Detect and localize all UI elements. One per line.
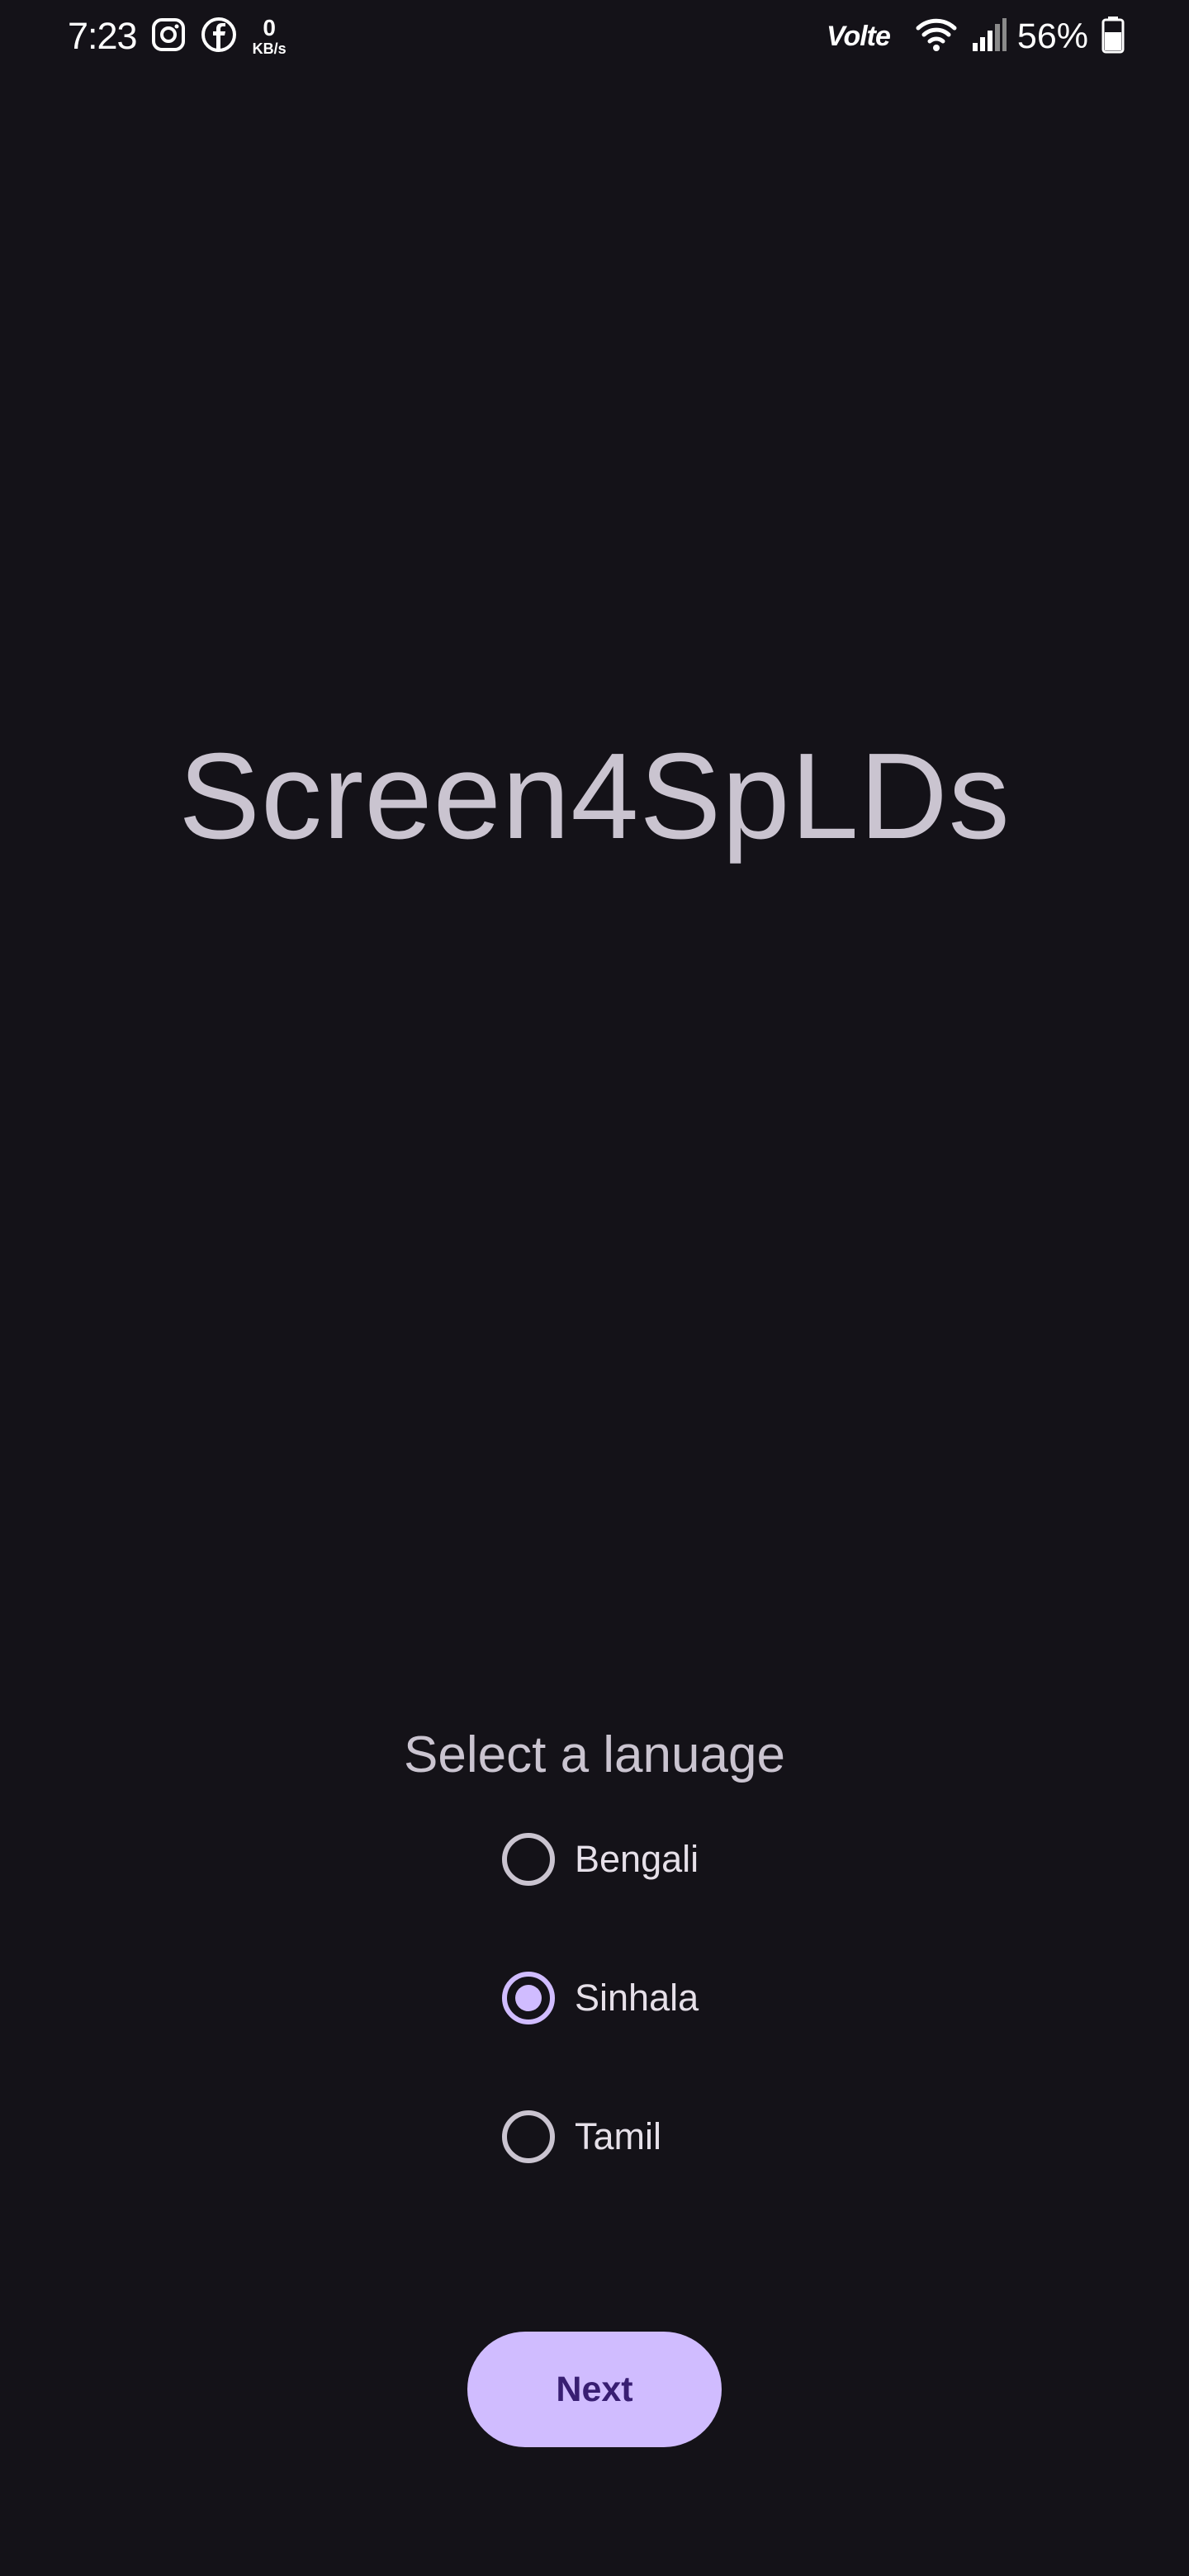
volte-indicator: Volte	[827, 20, 891, 52]
cellular-signal-icon	[971, 17, 1007, 57]
network-speed: 0 KB/s	[252, 15, 287, 57]
status-time: 7:23	[68, 15, 138, 57]
network-speed-value: 0	[263, 15, 276, 40]
app-title: Screen4SpLDs	[178, 728, 1011, 864]
status-bar-right: Volte 56%	[827, 12, 1125, 61]
status-bar: 7:23 0 KB/s Volte 56%	[0, 0, 1189, 74]
language-radio-group: Bengali Sinhala Tamil	[502, 1825, 915, 2241]
language-prompt: Select a lanuage	[404, 1726, 785, 1783]
instagram-icon	[150, 17, 187, 57]
radio-selected-dot	[515, 1985, 542, 2011]
facebook-icon	[200, 16, 238, 58]
radio-button-tamil[interactable]	[502, 2110, 555, 2163]
radio-option-tamil[interactable]: Tamil	[502, 2102, 915, 2171]
battery-percent: 56%	[1016, 16, 1088, 56]
status-bar-left: 7:23 0 KB/s	[68, 12, 287, 61]
wifi-icon	[915, 17, 958, 57]
radio-label-sinhala: Sinhala	[575, 1977, 699, 2019]
radio-label-bengali: Bengali	[575, 1838, 699, 1880]
radio-button-sinhala[interactable]	[502, 1972, 555, 2024]
radio-button-bengali[interactable]	[502, 1833, 555, 1886]
network-speed-unit: KB/s	[252, 40, 287, 57]
radio-label-tamil: Tamil	[575, 2115, 662, 2157]
radio-option-bengali[interactable]: Bengali	[502, 1825, 915, 1894]
next-button[interactable]: Next	[467, 2332, 722, 2447]
battery-icon	[1101, 16, 1125, 58]
radio-option-sinhala[interactable]: Sinhala	[502, 1963, 915, 2033]
